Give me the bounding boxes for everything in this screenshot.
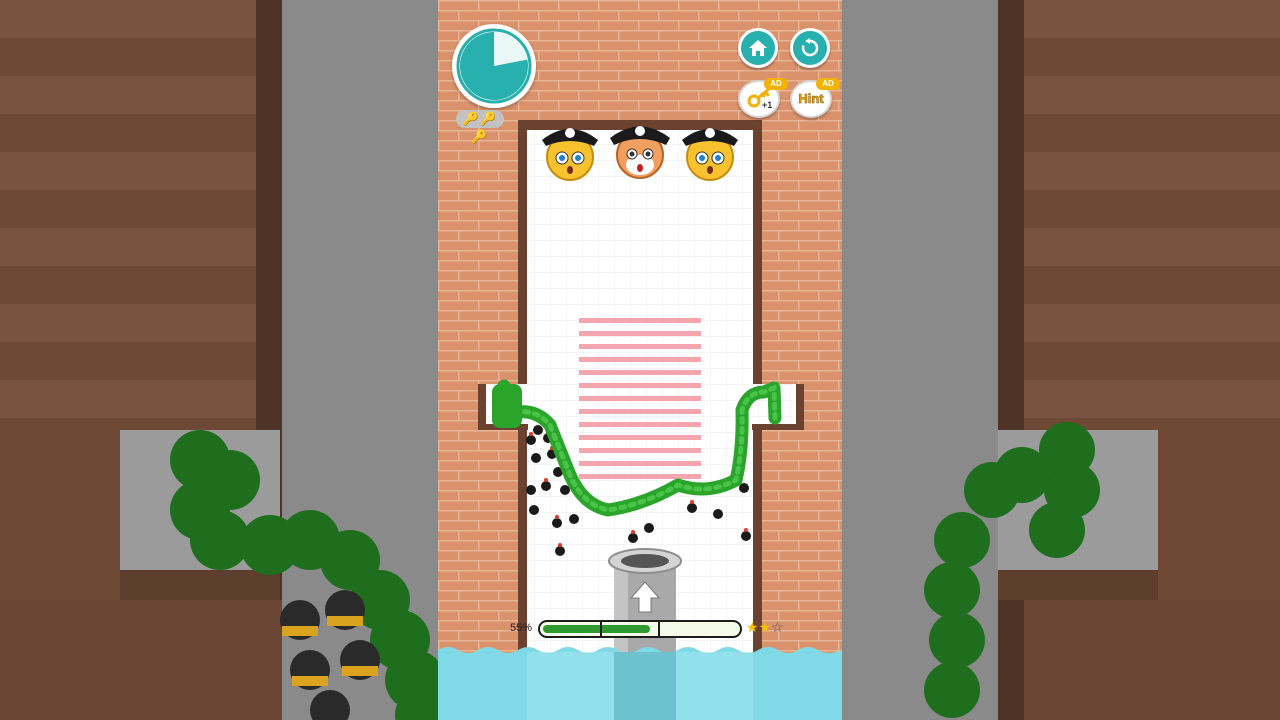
timer-dial <box>456 28 532 104</box>
game-scene[interactable] <box>438 0 842 720</box>
green-blob-left <box>492 384 522 428</box>
blurred-background-right <box>842 0 1280 720</box>
star-rating: ★★☆ <box>746 619 784 636</box>
progress-star-mark-2 <box>658 622 660 636</box>
progress-star-mark-1 <box>600 622 602 636</box>
level-progress: 55% ★★☆ <box>510 619 800 640</box>
progress-percent: 55% <box>510 622 533 634</box>
water <box>438 647 842 720</box>
progress-bar <box>538 620 742 638</box>
home-button[interactable] <box>738 28 778 68</box>
home-icon <box>749 40 767 56</box>
keys-badge: 🔑🔑🔑 <box>456 110 504 144</box>
blurred-background-left <box>0 0 438 720</box>
progress-bar-fill <box>543 625 650 633</box>
restart-button[interactable] <box>790 28 830 68</box>
hint-button[interactable]: Hint AD <box>790 78 840 118</box>
key-ad-tag: AD <box>764 78 788 90</box>
star-2: ★ <box>758 619 772 635</box>
key-plus-one: +1 <box>762 100 773 110</box>
key-ad-button[interactable]: +1 AD <box>738 78 788 118</box>
star-1: ★ <box>746 619 759 635</box>
hint-ad-tag: AD <box>816 78 840 90</box>
game-viewport[interactable]: 🔑🔑🔑 +1 AD Hint AD 55% ★★☆ <box>438 0 842 720</box>
level-timer <box>452 24 536 108</box>
star-3: ☆ <box>771 619 784 635</box>
restart-icon <box>801 38 819 57</box>
